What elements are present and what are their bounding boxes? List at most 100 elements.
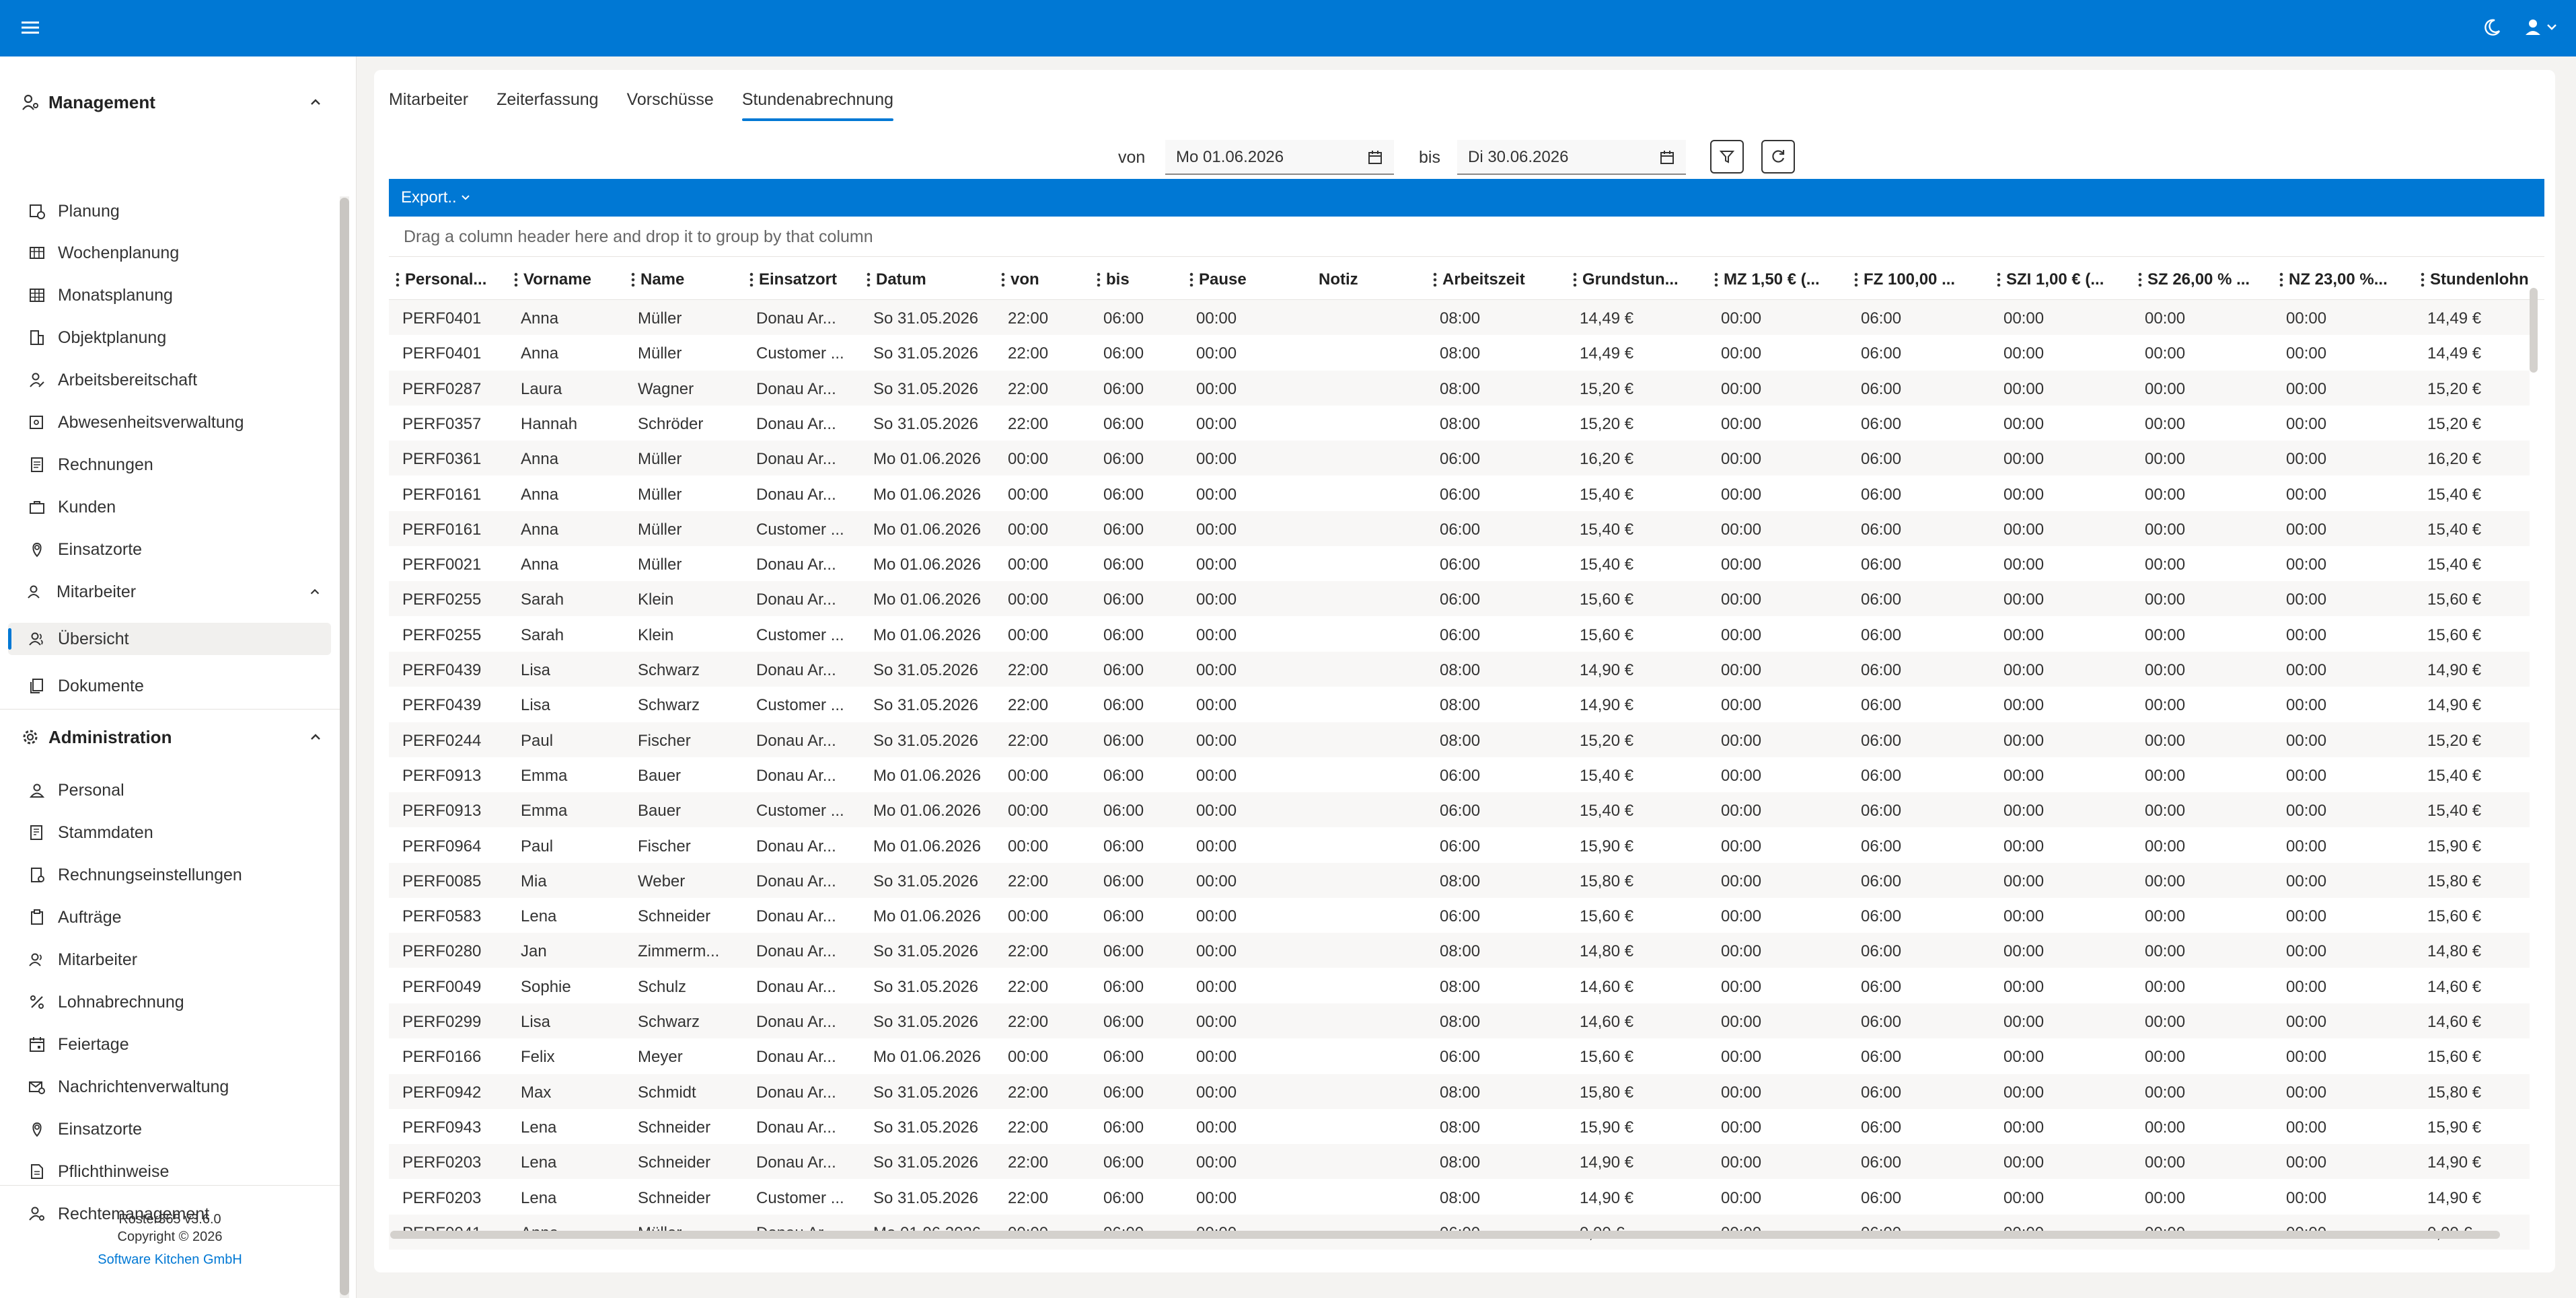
sidebar-item-mitarbeiter[interactable]: Mitarbeiter	[28, 944, 331, 976]
tab-vorschuesse[interactable]: Vorschüsse	[627, 86, 714, 124]
column-menu-icon[interactable]	[2138, 272, 2142, 287]
sidebar-item-pflichthinweise[interactable]: Pflichthinweise	[28, 1155, 331, 1188]
column-menu-icon[interactable]	[1573, 272, 1577, 287]
table-row[interactable]: PERF0439 Lisa Schwarz Donau Ar... So 31.05.2…	[389, 652, 2530, 687]
dark-mode-moon-icon[interactable]	[2482, 17, 2502, 38]
table-row[interactable]: PERF0280 Jan Zimmerm... Donau Ar... So 31.05…	[389, 933, 2530, 968]
column-menu-icon[interactable]	[631, 272, 635, 287]
sidebar-item-uebersicht[interactable]: Übersicht	[8, 623, 331, 655]
column-header[interactable]: SZI 1,00 € (...	[1997, 257, 2135, 300]
column-header[interactable]: Arbeitszeit	[1433, 257, 1570, 300]
column-menu-icon[interactable]	[867, 272, 871, 287]
table-row[interactable]: PERF0203 Lena Schneider Customer ... So 31.0…	[389, 1180, 2530, 1215]
column-header[interactable]: Vorname	[514, 257, 628, 300]
column-header[interactable]: Pause	[1189, 257, 1307, 300]
table-row[interactable]: PERF0203 Lena Schneider Donau Ar... So 31.05…	[389, 1144, 2530, 1180]
section-administration[interactable]: Administration	[20, 722, 323, 752]
column-header[interactable]: Einsatzort	[749, 257, 862, 300]
column-header[interactable]: MZ 1,50 € (...	[1714, 257, 1851, 300]
table-row[interactable]: PERF0439 Lisa Schwarz Customer ... So 31.05.…	[389, 687, 2530, 722]
refresh-button[interactable]	[1761, 140, 1795, 174]
column-header[interactable]: Datum	[867, 257, 998, 300]
table-row[interactable]: PERF0021 Anna Müller Donau Ar... Mo 01.06.20…	[389, 546, 2530, 581]
sidebar-item-lohnabrechnung[interactable]: Lohnabrechnung	[28, 986, 331, 1018]
sidebar-item-abwesenheitsverwaltung[interactable]: Abwesenheitsverwaltung	[28, 406, 331, 438]
table-row[interactable]: PERF0255 Sarah Klein Donau Ar... Mo 01.06.20…	[389, 581, 2530, 617]
section-management[interactable]: Management	[20, 87, 323, 117]
tab-mitarbeiter[interactable]: Mitarbeiter	[389, 86, 468, 124]
table-row[interactable]: PERF0361 Anna Müller Donau Ar... Mo 01.06.20…	[389, 441, 2530, 476]
column-menu-icon[interactable]	[1854, 272, 1858, 287]
column-header[interactable]: Personal...	[396, 257, 509, 300]
table-row[interactable]: PERF0161 Anna Müller Customer ... Mo 01.06.2…	[389, 510, 2530, 546]
filter-button[interactable]	[1710, 140, 1744, 174]
table-row[interactable]: PERF0166 Felix Meyer Donau Ar... Mo 01.06.20…	[389, 1038, 2530, 1073]
hamburger-menu-icon[interactable]	[20, 19, 40, 36]
table-row[interactable]: PERF0357 Hannah Schröder Donau Ar... So 31.0…	[389, 406, 2530, 441]
sidebar-item-rechnungseinstellungen[interactable]: Rechnungseinstellungen	[28, 859, 331, 891]
sidebar-item-auftraege[interactable]: Aufträge	[28, 901, 331, 933]
from-date-input[interactable]: Mo 01.06.2026	[1165, 140, 1394, 175]
table-row[interactable]: PERF0085 Mia Weber Donau Ar... So 31.05.2026…	[389, 862, 2530, 898]
sidebar-item-feiertage[interactable]: Feiertage	[28, 1028, 331, 1061]
tab-zeiterfassung[interactable]: Zeiterfassung	[496, 86, 598, 124]
sidebar-item-planung[interactable]: Planung	[28, 195, 331, 227]
table-row[interactable]: PERF0583 Lena Schneider Donau Ar... Mo 01.06…	[389, 898, 2530, 933]
table-row[interactable]: PERF0161 Anna Müller Donau Ar... Mo 01.06.20…	[389, 476, 2530, 511]
grid-horizontal-scrollbar[interactable]	[390, 1231, 2500, 1239]
calendar-icon[interactable]	[1659, 149, 1675, 165]
table-row[interactable]: PERF0913 Emma Bauer Customer ... Mo 01.06.20…	[389, 792, 2530, 828]
table-row[interactable]: PERF0401 Anna Müller Customer ... So 31.05.2…	[389, 335, 2530, 370]
column-menu-icon[interactable]	[396, 272, 400, 287]
column-menu-icon[interactable]	[2279, 272, 2283, 287]
sidebar-item-kunden[interactable]: Kunden	[28, 491, 331, 523]
table-row[interactable]: PERF0255 Sarah Klein Customer ... Mo 01.06.2…	[389, 617, 2530, 652]
sidebar-group-mitarbeiter[interactable]: Mitarbeiter	[27, 576, 330, 608]
sidebar-item-rechnungen[interactable]: Rechnungen	[28, 449, 331, 481]
table-row[interactable]: PERF0942 Max Schmidt Donau Ar... So 31.05.20…	[389, 1073, 2530, 1109]
grid-vertical-scrollbar[interactable]	[2530, 288, 2538, 373]
chevron-up-icon[interactable]	[308, 95, 323, 110]
table-row[interactable]: PERF0244 Paul Fischer Donau Ar... So 31.05.2…	[389, 722, 2530, 757]
column-menu-icon[interactable]	[1001, 272, 1005, 287]
table-row[interactable]: PERF0287 Laura Wagner Donau Ar... So 31.05.2…	[389, 370, 2530, 406]
table-row[interactable]: PERF0299 Lisa Schwarz Donau Ar... So 31.05.2…	[389, 1003, 2530, 1038]
table-row[interactable]: PERF0913 Emma Bauer Donau Ar... Mo 01.06.202…	[389, 757, 2530, 792]
sidebar-item-dokumente[interactable]: Dokumente	[28, 670, 331, 702]
column-menu-icon[interactable]	[1189, 272, 1193, 287]
sidebar-item-objektplanung[interactable]: Objektplanung	[28, 321, 331, 354]
column-menu-icon[interactable]	[2421, 272, 2425, 287]
group-panel[interactable]: Drag a column header here and drop it to…	[389, 217, 2544, 257]
column-header[interactable]: FZ 100,00 ...	[1854, 257, 1994, 300]
column-header[interactable]: Name	[631, 257, 747, 300]
company-link[interactable]: Software Kitchen GmbH	[98, 1252, 242, 1267]
sidebar-item-arbeitsbereitschaft[interactable]: Arbeitsbereitschaft	[28, 364, 331, 396]
column-header[interactable]: bis	[1097, 257, 1187, 300]
column-menu-icon[interactable]	[1433, 272, 1437, 287]
column-menu-icon[interactable]	[514, 272, 518, 287]
calendar-icon[interactable]	[1367, 149, 1383, 165]
table-row[interactable]: PERF0049 Sophie Schulz Donau Ar... So 31.05.…	[389, 968, 2530, 1003]
sidebar-item-stammdaten[interactable]: Stammdaten	[28, 816, 331, 849]
chevron-up-icon[interactable]	[308, 730, 323, 745]
sidebar-item-einsatzorte-admin[interactable]: Einsatzorte	[28, 1113, 331, 1145]
sidebar-item-nachrichtenverwaltung[interactable]: Nachrichtenverwaltung	[28, 1071, 331, 1103]
column-menu-icon[interactable]	[1997, 272, 2001, 287]
table-row[interactable]: PERF0401 Anna Müller Donau Ar... So 31.05.20…	[389, 300, 2530, 335]
column-menu-icon[interactable]	[1097, 272, 1101, 287]
column-header[interactable]: NZ 23,00 %...	[2279, 257, 2418, 300]
column-menu-icon[interactable]	[749, 272, 753, 287]
sidebar-item-personal[interactable]: Personal	[28, 774, 331, 806]
sidebar-item-monatsplanung[interactable]: Monatsplanung	[28, 279, 331, 311]
column-menu-icon[interactable]	[1714, 272, 1718, 287]
user-menu-icon[interactable]	[2524, 17, 2559, 38]
tab-stundenabrechnung[interactable]: Stundenabrechnung	[741, 86, 894, 124]
column-header[interactable]: Stundenlohn	[2421, 257, 2535, 300]
column-header[interactable]: Notiz	[1309, 257, 1430, 300]
export-dropdown[interactable]: Export..	[401, 188, 470, 206]
column-header[interactable]: SZ 26,00 % ...	[2138, 257, 2277, 300]
chevron-up-icon[interactable]	[308, 585, 322, 599]
sidebar-item-wochenplanung[interactable]: Wochenplanung	[28, 237, 331, 269]
column-header[interactable]: von	[1001, 257, 1094, 300]
to-date-input[interactable]: Di 30.06.2026	[1457, 140, 1686, 175]
